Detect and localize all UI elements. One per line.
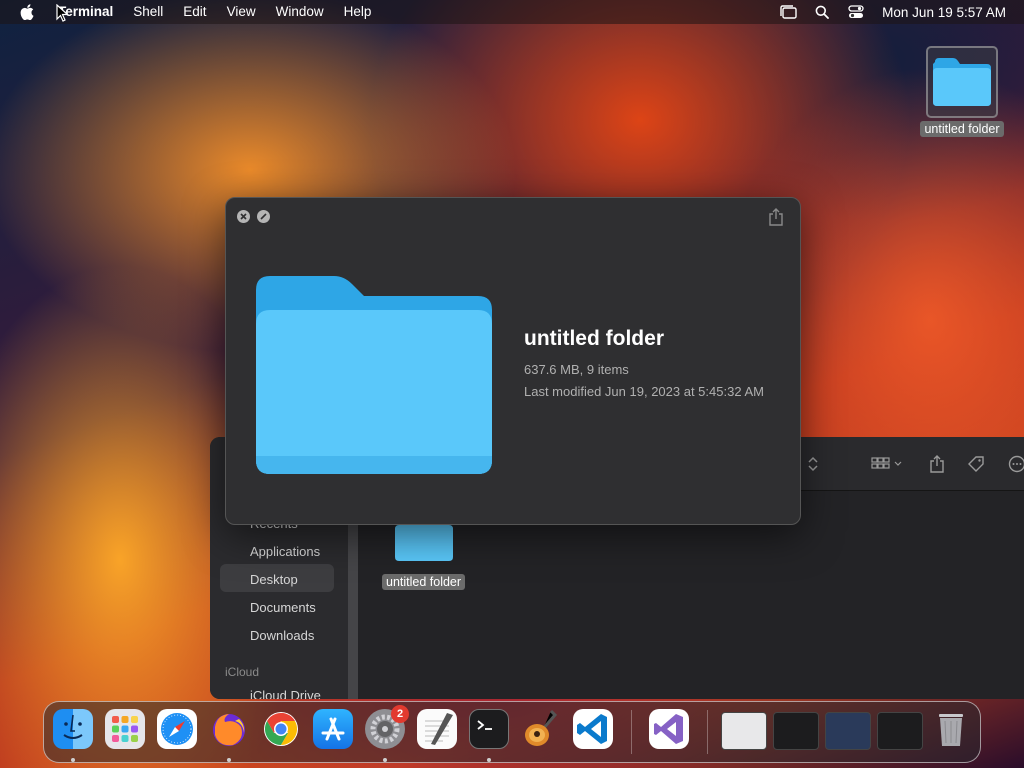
menu-shell[interactable]: Shell xyxy=(123,0,173,24)
quick-look-size: 637.6 MB, 9 items xyxy=(524,362,629,377)
desktop-folder-selection xyxy=(926,46,998,118)
menu-edit[interactable]: Edit xyxy=(173,0,216,24)
trash-icon[interactable] xyxy=(931,709,971,749)
sidebar-item-applications[interactable]: Applications xyxy=(250,544,320,559)
more-actions-icon[interactable] xyxy=(1006,455,1024,473)
sidebar-item-icloud-drive[interactable]: iCloud Drive xyxy=(250,688,321,699)
finder-icon[interactable] xyxy=(53,709,93,749)
fullscreen-icon[interactable] xyxy=(257,210,270,223)
stage-manager-icon[interactable] xyxy=(778,4,798,20)
share-icon[interactable] xyxy=(768,208,784,226)
control-center-icon[interactable] xyxy=(846,4,866,20)
desktop-folder-label: untitled folder xyxy=(920,121,1004,137)
dock-separator xyxy=(631,710,632,754)
textedit-icon[interactable] xyxy=(417,709,457,749)
sort-stepper-icon[interactable] xyxy=(802,455,824,473)
finder-folder-label[interactable]: untitled folder xyxy=(382,574,466,590)
quick-look-title: untitled folder xyxy=(524,327,664,350)
tag-icon[interactable] xyxy=(965,455,987,473)
terminal-icon[interactable] xyxy=(469,709,509,749)
desktop-folder[interactable]: untitled folder xyxy=(916,46,1008,138)
running-indicator xyxy=(487,758,491,762)
garageband-icon[interactable] xyxy=(521,709,561,749)
close-icon[interactable] xyxy=(237,210,250,223)
spotlight-search-icon[interactable] xyxy=(812,4,832,20)
menu-view[interactable]: View xyxy=(217,0,266,24)
launchpad-icon[interactable] xyxy=(105,709,145,749)
menu-bar-clock[interactable]: Mon Jun 19 5:57 AM xyxy=(882,5,1006,20)
mouse-pointer-icon xyxy=(56,4,70,22)
folder-icon xyxy=(256,276,492,474)
dock: 2 xyxy=(43,701,981,763)
dock-separator xyxy=(707,710,708,754)
folder-icon[interactable] xyxy=(395,525,453,561)
menu-bar: Terminal Shell Edit View Window Help Mon… xyxy=(0,0,1024,24)
sidebar-item-downloads[interactable]: Downloads xyxy=(250,628,314,643)
folder-icon xyxy=(933,58,991,106)
safari-icon[interactable] xyxy=(157,709,197,749)
minimized-window-thumbnail[interactable] xyxy=(721,712,767,750)
group-view-icon[interactable] xyxy=(870,455,906,473)
minimized-window-thumbnail[interactable] xyxy=(877,712,923,750)
vscode-icon[interactable] xyxy=(573,709,613,749)
notification-badge: 2 xyxy=(391,705,409,723)
running-indicator xyxy=(383,758,387,762)
sidebar-header-icloud: iCloud xyxy=(225,665,260,679)
chrome-icon[interactable] xyxy=(261,709,301,749)
apple-menu-icon[interactable] xyxy=(18,3,36,21)
minimized-window-thumbnail[interactable] xyxy=(773,712,819,750)
menu-window[interactable]: Window xyxy=(266,0,334,24)
finder-share-icon[interactable] xyxy=(926,455,948,473)
quick-look-modified: Last modified Jun 19, 2023 at 5:45:32 AM xyxy=(524,384,764,399)
visual-studio-icon[interactable] xyxy=(649,709,689,749)
running-indicator xyxy=(227,758,231,762)
sidebar-item-documents[interactable]: Documents xyxy=(250,600,316,615)
sidebar-item-desktop[interactable]: Desktop xyxy=(250,572,298,587)
menu-help[interactable]: Help xyxy=(334,0,382,24)
firefox-icon[interactable] xyxy=(209,709,249,749)
minimized-window-thumbnail[interactable] xyxy=(825,712,871,750)
running-indicator xyxy=(71,758,75,762)
quick-look-panel: untitled folder 637.6 MB, 9 items Last m… xyxy=(225,197,801,525)
app-store-icon[interactable] xyxy=(313,709,353,749)
